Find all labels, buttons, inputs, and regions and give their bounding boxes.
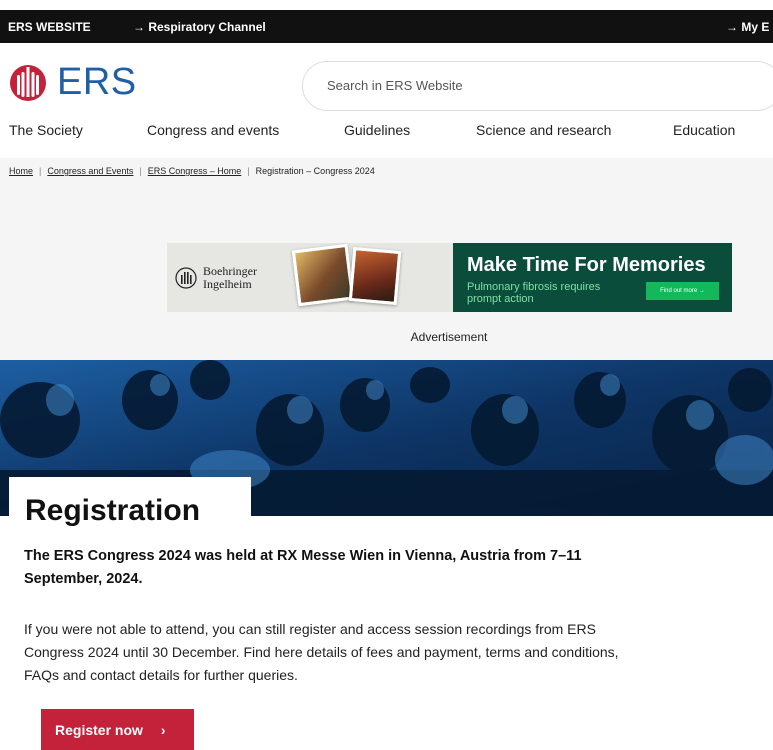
my-ers-link[interactable]: → My E bbox=[726, 20, 769, 34]
page-title: Registration bbox=[25, 494, 201, 527]
advert-right-panel: Make Time For Memories Pulmonary fibrosi… bbox=[453, 243, 732, 312]
advert-headline: Make Time For Memories bbox=[467, 254, 706, 276]
advert-label: Advertisement bbox=[410, 330, 488, 344]
advert-left-panel: Boehringer Ingelheim bbox=[167, 243, 453, 312]
breadcrumb: Home | Congress and Events | ERS Congress – … bbox=[9, 166, 375, 176]
nav-item-society[interactable]: The Society bbox=[9, 122, 83, 138]
body-paragraph: If you were not able to attend, you can … bbox=[24, 621, 619, 683]
advert-cta-button[interactable]: Find out more → bbox=[646, 282, 719, 300]
lead-paragraph: The ERS Congress 2024 was held at RX Mes… bbox=[24, 548, 582, 587]
register-now-button[interactable]: Register now › bbox=[41, 709, 194, 750]
advert-photo-2 bbox=[348, 247, 402, 305]
main-nav: The Society Congress and events Guidelin… bbox=[0, 122, 773, 142]
lungs-logo-icon bbox=[10, 65, 46, 101]
ers-logo[interactable]: ERS bbox=[9, 62, 137, 102]
nav-item-education[interactable]: Education bbox=[673, 122, 735, 138]
boehringer-logo-icon bbox=[175, 267, 197, 289]
top-bar: ERS WEBSITE → Respiratory Channel → My E bbox=[0, 10, 773, 43]
breadcrumb-separator: | bbox=[139, 166, 142, 176]
breadcrumb-congress-events[interactable]: Congress and Events bbox=[47, 166, 133, 176]
breadcrumb-home[interactable]: Home bbox=[9, 166, 33, 176]
title-card: Registration bbox=[9, 477, 251, 537]
chevron-right-icon: › bbox=[160, 721, 166, 738]
register-now-label: Register now bbox=[55, 721, 143, 738]
search-box[interactable] bbox=[302, 61, 773, 111]
advert-photo-1 bbox=[291, 243, 355, 307]
breadcrumb-current: Registration – Congress 2024 bbox=[255, 166, 375, 176]
search-input[interactable] bbox=[327, 78, 747, 93]
advert-brand: Boehringer Ingelheim bbox=[203, 264, 257, 291]
ers-website-label[interactable]: ERS WEBSITE bbox=[8, 20, 91, 34]
nav-item-congress[interactable]: Congress and events bbox=[147, 122, 279, 138]
breadcrumb-separator: | bbox=[39, 166, 42, 176]
nav-item-science[interactable]: Science and research bbox=[476, 122, 611, 138]
breadcrumb-congress-home[interactable]: ERS Congress – Home bbox=[148, 166, 242, 176]
logo-wordmark: ERS bbox=[57, 61, 137, 103]
nav-item-guidelines[interactable]: Guidelines bbox=[344, 122, 410, 138]
advert-banner[interactable]: Boehringer Ingelheim Make Time For Memor… bbox=[167, 243, 732, 312]
breadcrumb-separator: | bbox=[247, 166, 250, 176]
respiratory-channel-link[interactable]: → Respiratory Channel bbox=[133, 20, 266, 34]
advert-subline: Pulmonary fibrosis requires prompt actio… bbox=[467, 281, 601, 305]
